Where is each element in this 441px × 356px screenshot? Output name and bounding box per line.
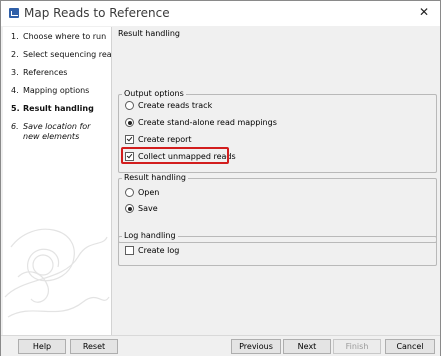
step-choose-where-to-run[interactable]: 1. Choose where to run (11, 32, 106, 41)
create-reads-track-option[interactable]: Create reads track (125, 101, 212, 110)
output-options-title: Output options (122, 89, 186, 98)
help-button[interactable]: Help (18, 339, 66, 354)
save-option[interactable]: Save (125, 204, 158, 213)
open-radio[interactable] (125, 188, 134, 197)
finish-button[interactable]: Finish (333, 339, 381, 354)
save-label: Save (138, 204, 158, 213)
step-result-handling[interactable]: 5. Result handling (11, 104, 94, 113)
title-bar: Map Reads to Reference ✕ (1, 1, 440, 26)
step-select-sequencing-reads[interactable]: 2. Select sequencing reads (11, 50, 112, 59)
window-title: Map Reads to Reference (24, 6, 170, 20)
create-report-checkbox[interactable] (125, 135, 134, 144)
create-log-checkbox[interactable] (125, 246, 134, 255)
create-report-label: Create report (138, 135, 192, 144)
highlight-box (121, 147, 229, 164)
create-reads-track-label: Create reads track (138, 101, 213, 110)
step-label: Select sequencing reads (23, 50, 112, 59)
reset-button[interactable]: Reset (70, 339, 118, 354)
previous-button[interactable]: Previous (231, 339, 281, 354)
create-log-option[interactable]: Create log (125, 246, 179, 255)
step-label: Result handling (23, 104, 94, 113)
main-content: Result handling Output options Create re… (113, 27, 437, 335)
step-number: 4. (11, 86, 19, 95)
create-report-option[interactable]: Create report (125, 135, 192, 144)
log-handling-title: Log handling (122, 231, 178, 240)
open-label: Open (138, 188, 160, 197)
step-references[interactable]: 3. References (11, 68, 67, 77)
create-reads-track-radio[interactable] (125, 101, 134, 110)
open-option[interactable]: Open (125, 188, 159, 197)
step-number: 1. (11, 32, 19, 41)
close-icon[interactable]: ✕ (419, 5, 429, 19)
step-number: 6. (11, 122, 19, 131)
step-label: Save location for new elements (23, 122, 91, 141)
app-logo-icon (9, 8, 19, 18)
step-label: Mapping options (23, 86, 90, 95)
create-standalone-label: Create stand-alone read mappings (138, 118, 277, 127)
step-save-location[interactable]: 6. Save location for new elements (11, 122, 103, 142)
create-standalone-radio[interactable] (125, 118, 134, 127)
step-mapping-options[interactable]: 4. Mapping options (11, 86, 89, 95)
step-number: 5. (11, 104, 20, 113)
result-handling-title: Result handling (122, 173, 188, 182)
step-label: Choose where to run (23, 32, 107, 41)
step-number: 3. (11, 68, 19, 77)
cancel-button[interactable]: Cancel (385, 339, 435, 354)
page-title: Result handling (118, 29, 180, 38)
save-radio[interactable] (125, 204, 134, 213)
dialog-window: Map Reads to Reference ✕ 1. Choose where … (0, 0, 441, 356)
log-handling-group: Log handling Create log (118, 231, 437, 266)
next-button[interactable]: Next (283, 339, 331, 354)
decorative-swirl-image (4, 228, 110, 318)
step-number: 2. (11, 50, 19, 59)
step-label: References (23, 68, 68, 77)
create-log-label: Create log (138, 246, 180, 255)
button-bar: Help Reset Previous Next Finish Cancel (1, 335, 440, 356)
create-standalone-option[interactable]: Create stand-alone read mappings (125, 118, 277, 127)
wizard-steps-panel: 1. Choose where to run 2. Select sequencin… (3, 27, 112, 335)
